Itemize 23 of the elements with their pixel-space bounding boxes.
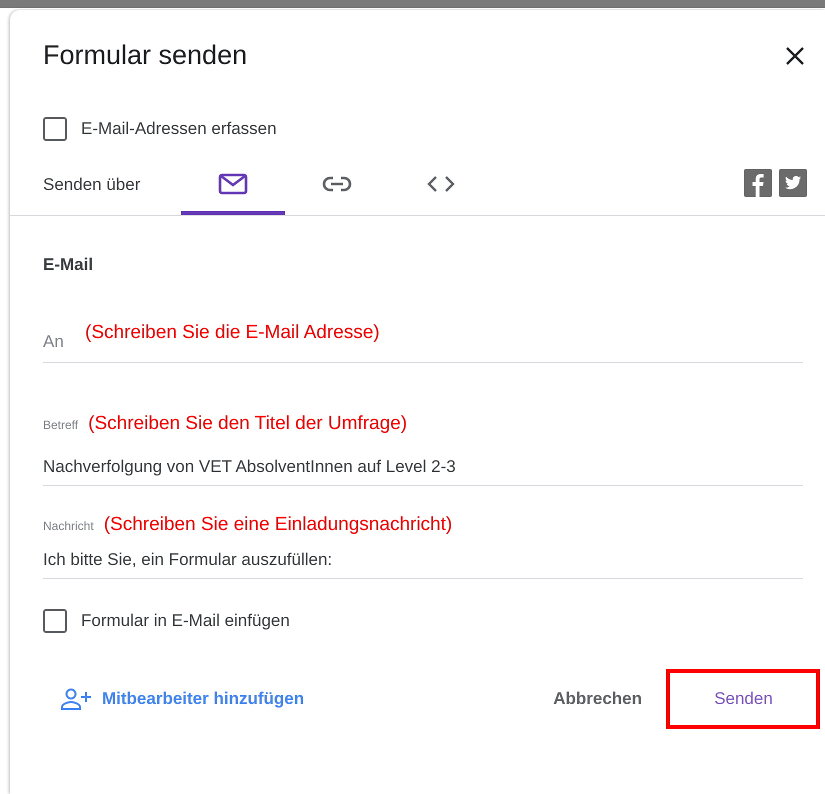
message-field[interactable]: Ich bitte Sie, ein Formular auszufüllen: [43,544,803,579]
dialog-title: Formular senden [43,40,248,71]
checkbox-label: E-Mail-Adressen erfassen [81,119,277,139]
annotation-text: (Schreiben Sie die E-Mail Adresse) [85,322,380,344]
section-title: E-Mail [43,255,94,275]
twitter-icon[interactable] [779,169,807,197]
envelope-icon [218,173,248,195]
checkbox[interactable] [43,117,67,141]
checkbox-label: Formular in E-Mail einfügen [81,611,290,631]
annotation-text: (Schreiben Sie den Titel der Umfrage) [88,413,408,435]
annotation-text: (Schreiben Sie eine Einladungsnachricht) [104,514,452,536]
checkbox[interactable] [43,609,67,633]
send-via-label: Senden über [43,175,142,195]
link-icon [322,176,352,192]
code-icon [426,175,456,193]
field-label: Betreff [43,418,78,432]
cancel-button[interactable]: Abbrechen [533,677,662,721]
subject-field[interactable]: Nachverfolgung von VET AbsolventInnen auf Level 2-3 [43,451,803,486]
facebook-icon[interactable] [744,169,772,197]
field-label: Nachricht [43,519,94,533]
send-button[interactable]: Senden [668,671,818,727]
add-collaborators-link[interactable]: Mitbearbeiter hinzufügen [60,684,304,714]
add-person-icon [60,688,92,710]
